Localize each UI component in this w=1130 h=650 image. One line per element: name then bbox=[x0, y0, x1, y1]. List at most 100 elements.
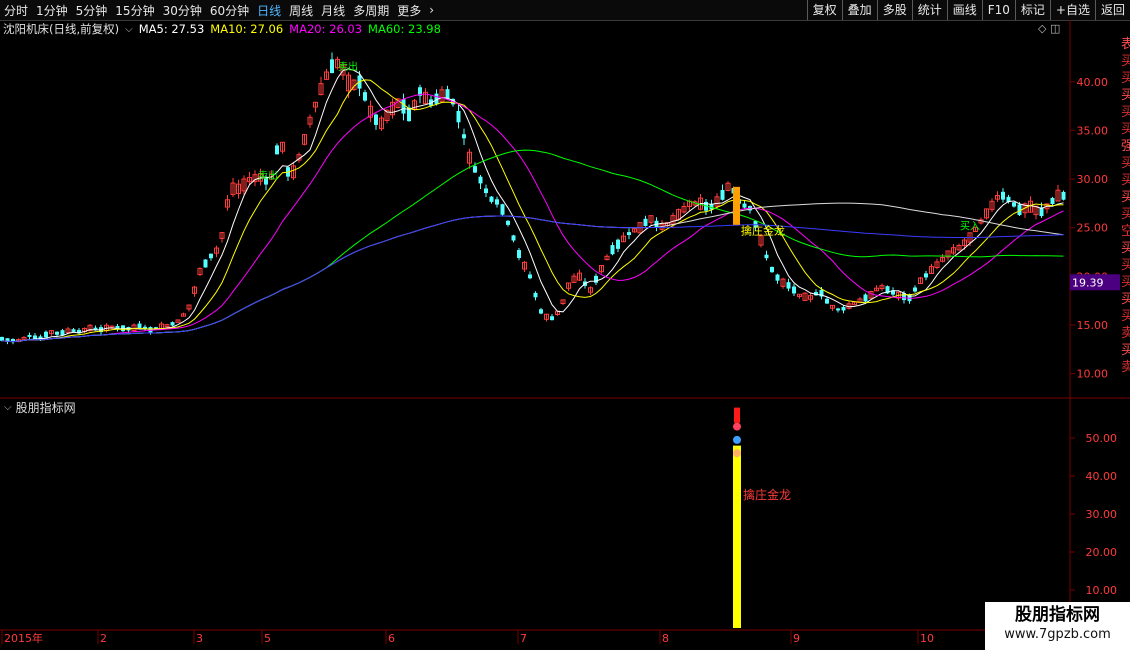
right-strip-glyph: 买 bbox=[1121, 309, 1130, 324]
watermark: 股朋指标网 www.7gpzb.com bbox=[985, 602, 1130, 650]
candle-body-down bbox=[363, 92, 367, 101]
candle-body-down bbox=[786, 282, 791, 289]
candle-body-down bbox=[742, 203, 747, 208]
current-price-label: 19.39 bbox=[1072, 276, 1104, 289]
candle-body-down bbox=[825, 298, 829, 304]
date-label: 10 bbox=[920, 632, 934, 645]
candle-body-down bbox=[836, 308, 840, 311]
ma60-line bbox=[1, 149, 1064, 343]
right-strip-glyph: 表 bbox=[1121, 37, 1130, 52]
right-strip-glyph: 买 bbox=[1121, 258, 1130, 273]
candle-body-down bbox=[170, 322, 175, 326]
candle-body-down bbox=[1012, 202, 1016, 207]
price-tick-label: 30.00 bbox=[1077, 173, 1109, 186]
candle-body-down bbox=[374, 114, 378, 125]
right-strip-glyph: 买 bbox=[1121, 343, 1130, 358]
candle-body-down bbox=[511, 235, 516, 241]
candle-body-down bbox=[550, 316, 554, 321]
candle-body-down bbox=[0, 336, 4, 341]
right-strip-glyph: 空 bbox=[1121, 224, 1130, 239]
right-strip-glyph: 买 bbox=[1121, 156, 1130, 171]
indicator-tick-label: 50.00 bbox=[1086, 432, 1118, 445]
sell-label: 卖出 bbox=[258, 169, 278, 182]
indicator-signal-label: 擒庄金龙 bbox=[743, 487, 791, 502]
candle-body-down bbox=[764, 254, 769, 259]
signal-bar bbox=[733, 445, 741, 628]
candle-body-down bbox=[517, 250, 521, 258]
price-tick-label: 40.00 bbox=[1077, 76, 1109, 89]
candle-body-down bbox=[401, 99, 406, 114]
right-strip-glyph: 买 bbox=[1121, 122, 1130, 137]
price-tick-label: 10.00 bbox=[1077, 368, 1109, 381]
candle-body-down bbox=[720, 189, 725, 200]
candle-body-down bbox=[775, 274, 780, 281]
indicator-tick-label: 10.00 bbox=[1086, 584, 1118, 597]
right-strip-glyph: 买 bbox=[1121, 71, 1130, 86]
candle-body-down bbox=[44, 331, 48, 338]
candle-body-down bbox=[533, 292, 538, 298]
candle-body-down bbox=[863, 294, 868, 302]
right-strip-glyph: 买 bbox=[1121, 190, 1130, 205]
signal-bar-top bbox=[734, 407, 740, 423]
watermark-title: 股朋指标网 bbox=[1015, 605, 1100, 625]
candle-body-down bbox=[33, 335, 37, 339]
candle-body-down bbox=[594, 275, 598, 283]
date-label: 2 bbox=[100, 632, 107, 645]
candle-body-down bbox=[528, 274, 532, 279]
kline-chart: 40.00 35.00 30.00 25.00 20.00 15.00 10.00 19.39… bbox=[0, 20, 1130, 650]
candle-body-down bbox=[275, 145, 279, 155]
right-strip-glyph: 买 bbox=[1121, 241, 1130, 256]
right-strip-glyph: 强 bbox=[1121, 139, 1130, 154]
buy-label: 买入 bbox=[960, 221, 980, 233]
price-tick-label: 15.00 bbox=[1077, 319, 1109, 332]
candle-body-down bbox=[610, 245, 615, 255]
watermark-url: www.7gpzb.com bbox=[1004, 627, 1111, 642]
indicator-title-bar: ⌵ 股朋指标网 bbox=[4, 399, 76, 416]
candle-body-down bbox=[643, 218, 648, 226]
indicator-tick-label: 40.00 bbox=[1086, 470, 1118, 483]
gem-icon bbox=[733, 435, 741, 444]
date-label: 3 bbox=[196, 632, 203, 645]
signal-candle bbox=[733, 186, 740, 225]
right-strip-glyph: 买 bbox=[1121, 275, 1130, 290]
candle-body-down bbox=[539, 309, 543, 314]
candle-body-down bbox=[627, 232, 631, 236]
gem-icon bbox=[733, 449, 741, 458]
ma120-line bbox=[1, 202, 1064, 343]
date-label: 5 bbox=[264, 632, 271, 645]
candle-body-down bbox=[462, 134, 466, 139]
indicator-tick-label: 20.00 bbox=[1086, 546, 1118, 559]
candle-body-down bbox=[473, 166, 477, 173]
candle-body-down bbox=[841, 307, 846, 311]
indicator-title: 股朋指标网 bbox=[15, 401, 76, 415]
candle-body-down bbox=[27, 335, 32, 337]
signal-label-main: 擒庄金龙 bbox=[741, 224, 785, 238]
candle-body-down bbox=[792, 286, 796, 294]
right-strip-glyph: 买 bbox=[1121, 88, 1130, 103]
candle-body-down bbox=[478, 176, 483, 184]
date-label: 7 bbox=[520, 632, 527, 645]
price-tick-label: 25.00 bbox=[1077, 222, 1109, 235]
candle-body-down bbox=[456, 110, 461, 123]
candle-body-down bbox=[924, 273, 928, 278]
right-strip-glyph: 卖 bbox=[1121, 326, 1130, 341]
candle-body-down bbox=[1061, 191, 1066, 200]
right-strip-glyph: 买 bbox=[1121, 54, 1130, 69]
candle-body-down bbox=[616, 239, 620, 249]
price-tick-label: 35.00 bbox=[1077, 124, 1109, 137]
indicator-collapse-icon[interactable]: ⌵ bbox=[4, 402, 12, 413]
candle-body-down bbox=[1001, 191, 1005, 200]
indicator-tick-label: 30.00 bbox=[1086, 508, 1118, 521]
date-label: 2015年 bbox=[4, 631, 43, 645]
date-label: 6 bbox=[388, 632, 395, 645]
candle-body-down bbox=[209, 253, 213, 259]
candle-body-down bbox=[770, 266, 774, 273]
right-strip-glyph: 买 bbox=[1121, 173, 1130, 188]
right-strip-glyph: 买 bbox=[1121, 105, 1130, 120]
right-strip-glyph: 买 bbox=[1121, 207, 1130, 222]
candle-body-down bbox=[203, 259, 208, 268]
candle-body-down bbox=[500, 204, 505, 215]
candle-body-down bbox=[495, 199, 499, 205]
date-label: 8 bbox=[662, 632, 669, 645]
candle-body-down bbox=[484, 188, 488, 194]
